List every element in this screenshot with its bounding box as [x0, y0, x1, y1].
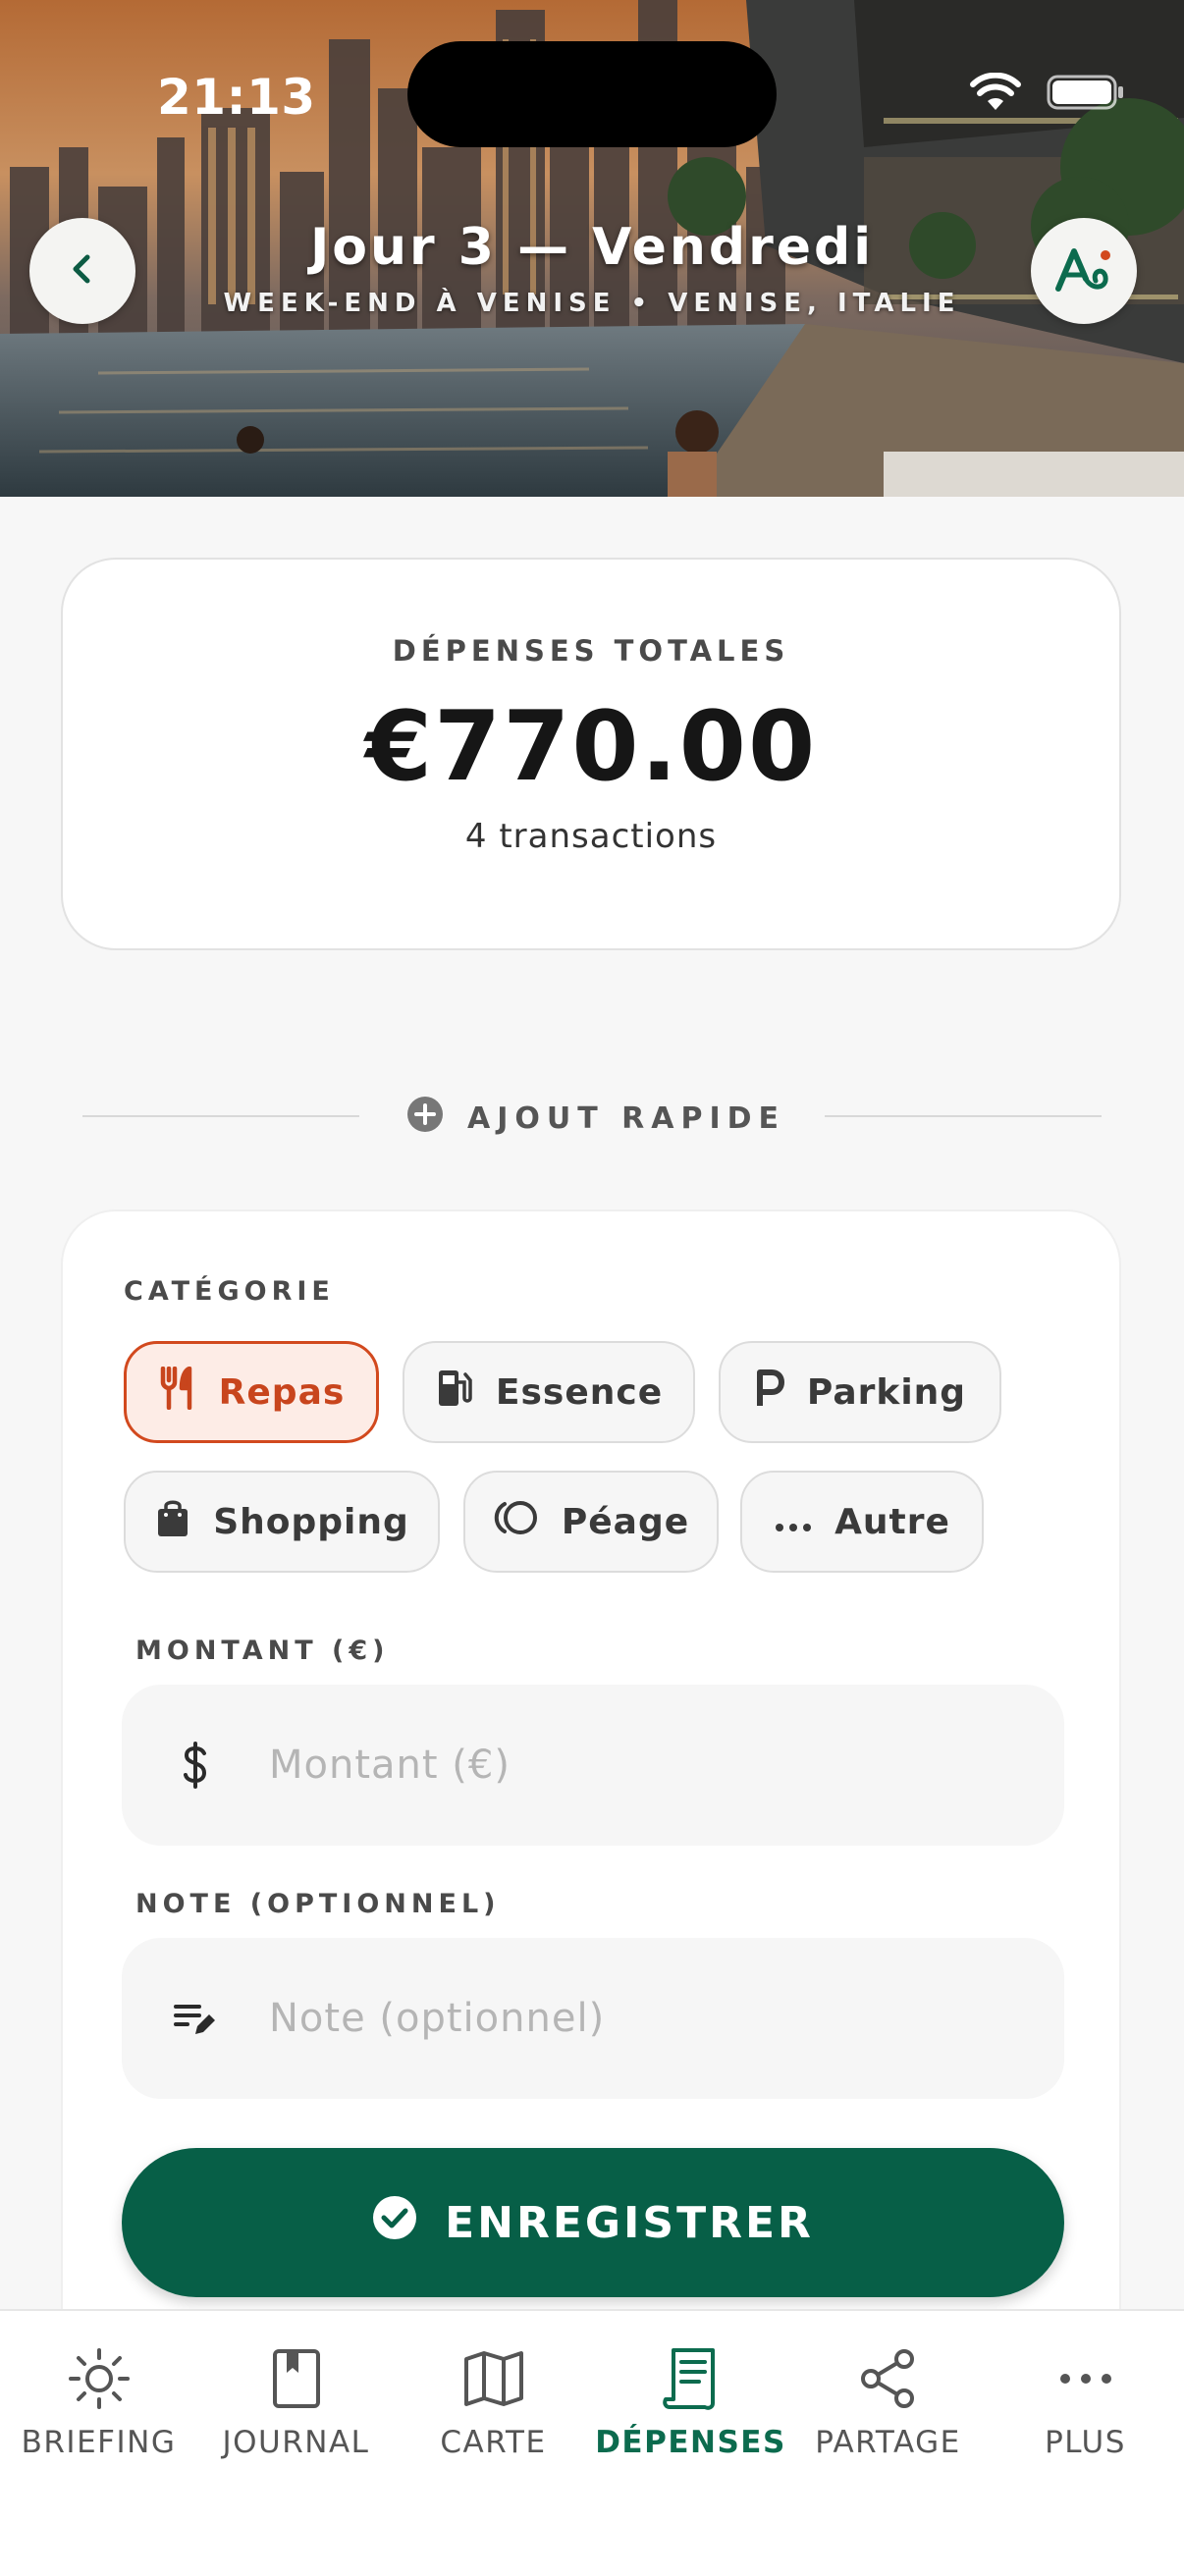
nav-partage[interactable]: PARTAGE [789, 2340, 987, 2460]
dollar-icon [122, 1742, 269, 1789]
chip-label: Shopping [213, 1501, 409, 1542]
fuel-icon [435, 1367, 474, 1419]
edit-note-icon [122, 1999, 269, 2038]
share-icon [857, 2340, 920, 2417]
check-circle-icon [372, 2195, 417, 2251]
nav-depenses[interactable]: DÉPENSES [592, 2340, 789, 2460]
chip-label: Péage [561, 1501, 690, 1542]
nav-label: JOURNAL [222, 2425, 370, 2460]
note-field[interactable] [122, 1938, 1064, 2099]
amount-input[interactable] [269, 1743, 1015, 1788]
receipt-icon [662, 2340, 721, 2417]
category-chip-shopping[interactable]: Shopping [124, 1471, 440, 1573]
category-chip-peage[interactable]: Péage [463, 1471, 719, 1573]
more-dots-icon [774, 1502, 813, 1542]
total-amount: €770.00 [364, 691, 818, 803]
amount-label: MONTANT (€) [135, 1636, 390, 1666]
nav-label: CARTE [440, 2425, 547, 2460]
save-label: ENREGISTRER [445, 2197, 814, 2248]
dynamic-island [407, 41, 777, 147]
amount-field[interactable] [122, 1685, 1064, 1846]
nav-briefing[interactable]: BRIEFING [0, 2340, 197, 2460]
nav-plus[interactable]: PLUS [987, 2340, 1184, 2460]
nav-label: PARTAGE [815, 2425, 961, 2460]
transaction-count: 4 transactions [464, 817, 718, 856]
quick-add-form: CATÉGORIE Repas Essence Parking Shopping… [61, 1209, 1121, 2319]
note-label: NOTE (OPTIONNEL) [135, 1889, 501, 1919]
hero-header: 21:13 Jour 3 — Vendredi WEEK-END À VENIS… [0, 0, 1184, 497]
parking-icon [754, 1368, 785, 1417]
nav-journal[interactable]: JOURNAL [197, 2340, 395, 2460]
sun-icon [65, 2340, 134, 2417]
nav-label: BRIEFING [21, 2425, 177, 2460]
map-icon [462, 2340, 525, 2417]
nav-carte[interactable]: CARTE [395, 2340, 592, 2460]
wifi-icon [970, 72, 1021, 116]
category-label: CATÉGORIE [124, 1276, 335, 1307]
battery-icon [1047, 73, 1125, 116]
plus-circle-icon [406, 1096, 444, 1141]
quick-add-label: AJOUT RAPIDE [467, 1100, 786, 1136]
save-button[interactable]: ENREGISTRER [122, 2148, 1064, 2297]
page-subtitle: WEEK-END À VENISE • VENISE, ITALIE [223, 289, 961, 318]
expense-summary-card: DÉPENSES TOTALES €770.00 4 transactions [61, 558, 1121, 950]
total-label: DÉPENSES TOTALES [392, 634, 790, 668]
note-input[interactable] [269, 1996, 1015, 2041]
divider-right [825, 1115, 1102, 1117]
category-chip-autre[interactable]: Autre [740, 1471, 984, 1573]
bottom-navigation: BRIEFING JOURNAL CARTE DÉPENSES PARTAGE … [0, 2309, 1184, 2576]
app-logo-icon [1052, 243, 1115, 298]
shopping-bag-icon [154, 1497, 191, 1547]
category-chip-repas[interactable]: Repas [124, 1341, 379, 1443]
nav-label: PLUS [1045, 2425, 1126, 2460]
profile-button[interactable] [1031, 218, 1137, 324]
category-chip-essence[interactable]: Essence [403, 1341, 695, 1443]
nav-label: DÉPENSES [595, 2425, 786, 2460]
more-dots-icon [1058, 2340, 1113, 2417]
status-time: 21:13 [157, 69, 316, 126]
page-title: Jour 3 — Vendredi [309, 218, 875, 277]
divider-left [82, 1115, 359, 1117]
quick-add-header: AJOUT RAPIDE [406, 1096, 785, 1141]
utensils-icon [158, 1366, 197, 1419]
chip-label: Essence [495, 1371, 664, 1413]
chip-label: Parking [806, 1371, 967, 1413]
chip-label: Autre [834, 1501, 950, 1542]
category-chip-parking[interactable]: Parking [719, 1341, 1001, 1443]
toll-icon [493, 1498, 540, 1546]
status-icons [970, 72, 1125, 116]
chip-label: Repas [218, 1371, 346, 1413]
journal-icon [267, 2340, 326, 2417]
